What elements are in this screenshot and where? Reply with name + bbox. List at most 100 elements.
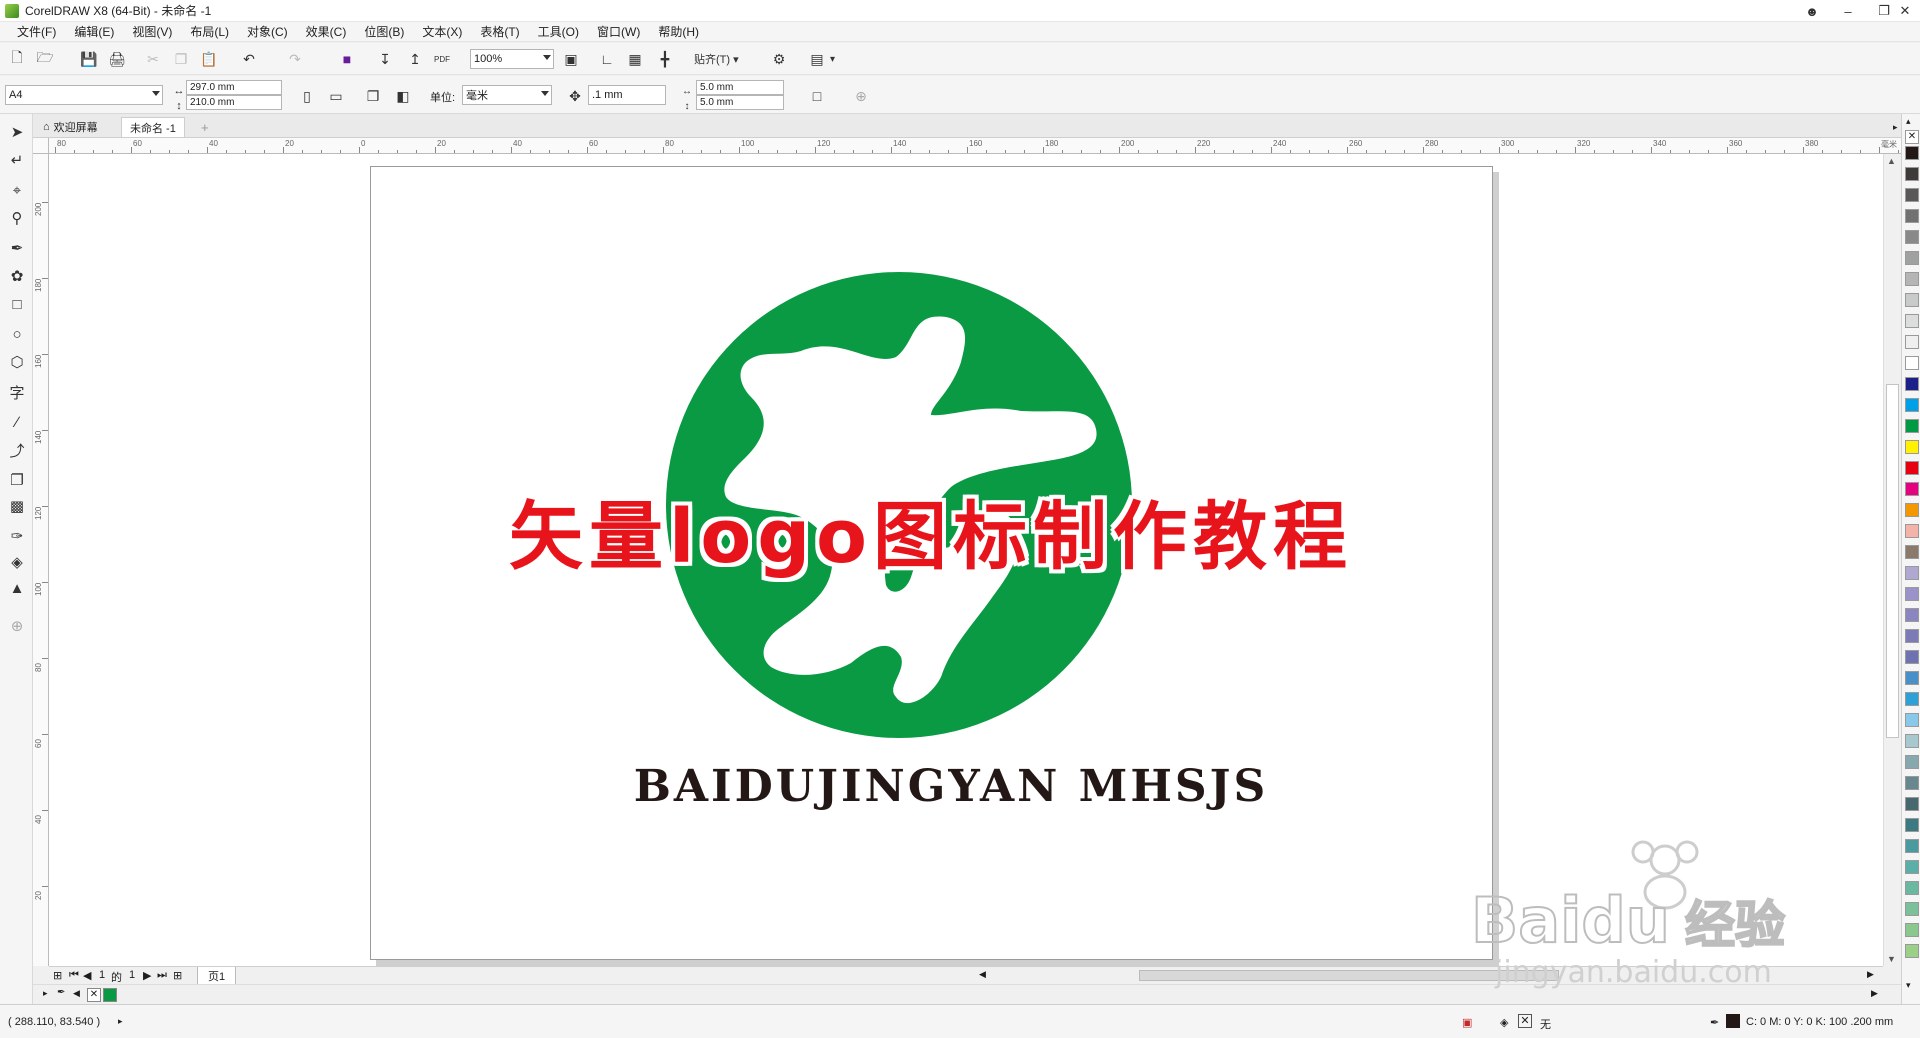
- caption-text[interactable]: BAIDUJINGYAN MHSJS: [551, 761, 1351, 812]
- dimension-tool-icon[interactable]: ∕: [5, 410, 29, 434]
- color-swatch[interactable]: [1905, 944, 1919, 958]
- options-gear-icon[interactable]: ⚙: [768, 48, 790, 70]
- headline-text[interactable]: 矢量logo图标制作教程: [451, 477, 1411, 584]
- menu-text[interactable]: 文本(X): [413, 22, 471, 42]
- zoom-tool-icon[interactable]: ⚲: [5, 206, 29, 230]
- edit-bleed-icon[interactable]: □: [806, 85, 828, 107]
- color-swatch[interactable]: [1905, 524, 1919, 538]
- current-page-icon[interactable]: ◧: [392, 85, 414, 107]
- color-swatch[interactable]: [1905, 272, 1919, 286]
- color-swatch[interactable]: [1905, 692, 1919, 706]
- tab-welcome-screen[interactable]: ⌂ 欢迎屏幕: [35, 117, 106, 137]
- color-swatch[interactable]: [1905, 713, 1919, 727]
- new-tab-plus-icon[interactable]: +: [193, 117, 217, 137]
- color-swatch[interactable]: [1905, 335, 1919, 349]
- color-swatch[interactable]: [1905, 230, 1919, 244]
- new-document-icon[interactable]: 🗋: [6, 48, 28, 70]
- doc-palette-scroll-right-icon[interactable]: ▶: [1871, 988, 1878, 999]
- menu-layout[interactable]: 布局(L): [181, 22, 238, 42]
- import-icon[interactable]: ↧: [374, 48, 396, 70]
- artistic-media-icon[interactable]: ✿: [5, 264, 29, 288]
- units-select[interactable]: 毫米: [462, 85, 552, 105]
- show-rulers-icon[interactable]: ∟: [596, 48, 618, 70]
- menu-effects[interactable]: 效果(C): [297, 22, 356, 42]
- all-pages-icon[interactable]: ❐: [362, 85, 384, 107]
- paper-size-select[interactable]: A4: [5, 85, 163, 105]
- doc-no-color-swatch[interactable]: ✕: [87, 988, 101, 1002]
- last-page-icon[interactable]: ⏭: [157, 969, 167, 982]
- menu-help[interactable]: 帮助(H): [649, 22, 708, 42]
- open-folder-icon[interactable]: 🗁: [34, 48, 56, 70]
- interactive-fill-icon[interactable]: ◈: [5, 550, 29, 574]
- color-swatch[interactable]: [1905, 629, 1919, 643]
- shape-tool-icon[interactable]: ↵: [5, 148, 29, 172]
- paste-icon[interactable]: 📋: [198, 48, 220, 70]
- duplicate-x-input[interactable]: 5.0 mm: [696, 80, 784, 95]
- ruler-origin-corner[interactable]: [33, 138, 49, 154]
- print-icon[interactable]: 🖨: [106, 48, 128, 70]
- menu-object[interactable]: 对象(C): [238, 22, 297, 42]
- color-swatch[interactable]: [1905, 167, 1919, 181]
- color-swatch[interactable]: [1905, 566, 1919, 580]
- previous-page-icon[interactable]: ◀: [83, 969, 91, 982]
- connector-tool-icon[interactable]: ⤴: [5, 438, 29, 462]
- ellipse-tool-icon[interactable]: ○: [5, 322, 29, 346]
- undo-icon[interactable]: ↶: [238, 48, 260, 70]
- doc-palette-menu-icon[interactable]: ▸: [43, 988, 48, 999]
- color-swatch[interactable]: [1905, 419, 1919, 433]
- zoom-level-select[interactable]: 100%: [470, 49, 554, 69]
- palette-scroll-up-icon[interactable]: ▴: [1906, 116, 1911, 127]
- document-page[interactable]: 矢量logo图标制作教程 BAIDUJINGYAN MHSJS: [370, 166, 1493, 960]
- landscape-icon[interactable]: ▭: [325, 85, 347, 107]
- hscroll-right-icon[interactable]: ▶: [1867, 969, 1874, 980]
- menu-bitmaps[interactable]: 位图(B): [355, 22, 413, 42]
- menu-tools[interactable]: 工具(O): [529, 22, 588, 42]
- color-swatch[interactable]: [1905, 377, 1919, 391]
- color-swatch[interactable]: [1905, 587, 1919, 601]
- add-page-after-icon[interactable]: ⊞: [173, 969, 182, 982]
- export-icon[interactable]: ↥: [404, 48, 426, 70]
- color-swatch[interactable]: [1905, 545, 1919, 559]
- hscroll-left-icon[interactable]: ◀: [979, 969, 986, 980]
- vertical-scrollbar[interactable]: ▲ ▼: [1883, 154, 1901, 966]
- pick-tool-icon[interactable]: ➤: [5, 120, 29, 144]
- scroll-down-icon[interactable]: ▼: [1887, 954, 1896, 964]
- close-icon[interactable]: ✕: [1890, 0, 1920, 22]
- color-swatch[interactable]: [1905, 734, 1919, 748]
- cut-icon[interactable]: ✂: [142, 48, 164, 70]
- no-color-swatch-icon[interactable]: ✕: [1905, 130, 1919, 144]
- add-preset-icon[interactable]: ⊕: [850, 85, 872, 107]
- duplicate-y-input[interactable]: 5.0 mm: [696, 95, 784, 110]
- color-swatch[interactable]: [1905, 818, 1919, 832]
- transparency-icon[interactable]: ▩: [5, 494, 29, 518]
- show-grid-icon[interactable]: ▦: [624, 48, 646, 70]
- outline-pen-icon[interactable]: ✒: [1710, 1016, 1719, 1029]
- color-swatch[interactable]: [1905, 902, 1919, 916]
- doc-green-swatch[interactable]: [103, 988, 117, 1002]
- corel-connect-icon[interactable]: ■: [336, 48, 358, 70]
- next-page-icon[interactable]: ▶: [143, 969, 151, 982]
- page-height-input[interactable]: 210.0 mm: [186, 95, 282, 110]
- eyedropper-small-icon[interactable]: ✒: [57, 987, 65, 998]
- color-swatch[interactable]: [1905, 839, 1919, 853]
- doc-palette-scroll-left-icon[interactable]: ◀: [73, 988, 80, 999]
- tab-document[interactable]: 未命名 -1: [121, 117, 185, 137]
- color-swatch[interactable]: [1905, 293, 1919, 307]
- user-account-icon[interactable]: ☻: [1794, 0, 1830, 22]
- menu-file[interactable]: 文件(F): [8, 22, 65, 42]
- menu-edit[interactable]: 编辑(E): [65, 22, 123, 42]
- first-page-icon[interactable]: ⏮: [69, 969, 79, 982]
- redo-icon[interactable]: ↷: [284, 48, 306, 70]
- add-tool-icon[interactable]: ⊕: [5, 614, 29, 638]
- smart-fill-icon[interactable]: ▲: [5, 576, 29, 600]
- color-swatch[interactable]: [1905, 461, 1919, 475]
- full-screen-icon[interactable]: ▣: [560, 48, 582, 70]
- palette-scroll-down-icon[interactable]: ▾: [1906, 980, 1911, 991]
- show-guidelines-icon[interactable]: ╋: [654, 48, 676, 70]
- fill-bucket-icon[interactable]: ◈: [1500, 1016, 1508, 1029]
- nudge-distance-input[interactable]: .1 mm: [588, 85, 666, 105]
- eyedropper-icon[interactable]: ✑: [5, 524, 29, 548]
- color-swatch[interactable]: [1905, 314, 1919, 328]
- color-swatch[interactable]: [1905, 671, 1919, 685]
- color-swatch[interactable]: [1905, 398, 1919, 412]
